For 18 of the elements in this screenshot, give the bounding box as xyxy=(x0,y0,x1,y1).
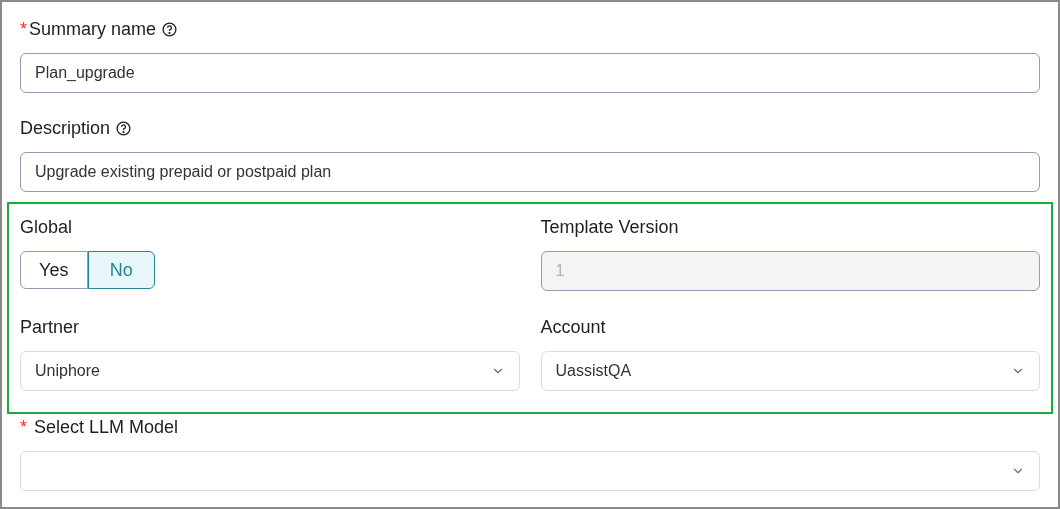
required-asterisk: * xyxy=(20,418,27,436)
field-label: Summary name xyxy=(29,17,157,41)
toggle-option[interactable]: Yes xyxy=(20,251,88,289)
select-field[interactable] xyxy=(20,451,1040,491)
field-label: Select LLM Model xyxy=(34,415,179,439)
field-label: Description xyxy=(20,116,111,140)
field-label: Account xyxy=(540,315,606,339)
field-label: Global xyxy=(20,215,73,239)
select-field[interactable]: Uniphore xyxy=(20,351,520,391)
text-field[interactable]: Upgrade existing prepaid or postpaid plan xyxy=(20,152,1040,192)
select-value: Uniphore xyxy=(35,361,100,381)
select-value: UassistQA xyxy=(555,361,632,381)
text-field[interactable]: Plan_upgrade xyxy=(20,53,1040,93)
toggle-option[interactable]: No xyxy=(87,251,155,289)
field-label: Template Version xyxy=(540,215,679,239)
field-label: Partner xyxy=(20,315,80,339)
select-field[interactable]: UassistQA xyxy=(540,351,1040,391)
required-asterisk: * xyxy=(20,20,27,38)
